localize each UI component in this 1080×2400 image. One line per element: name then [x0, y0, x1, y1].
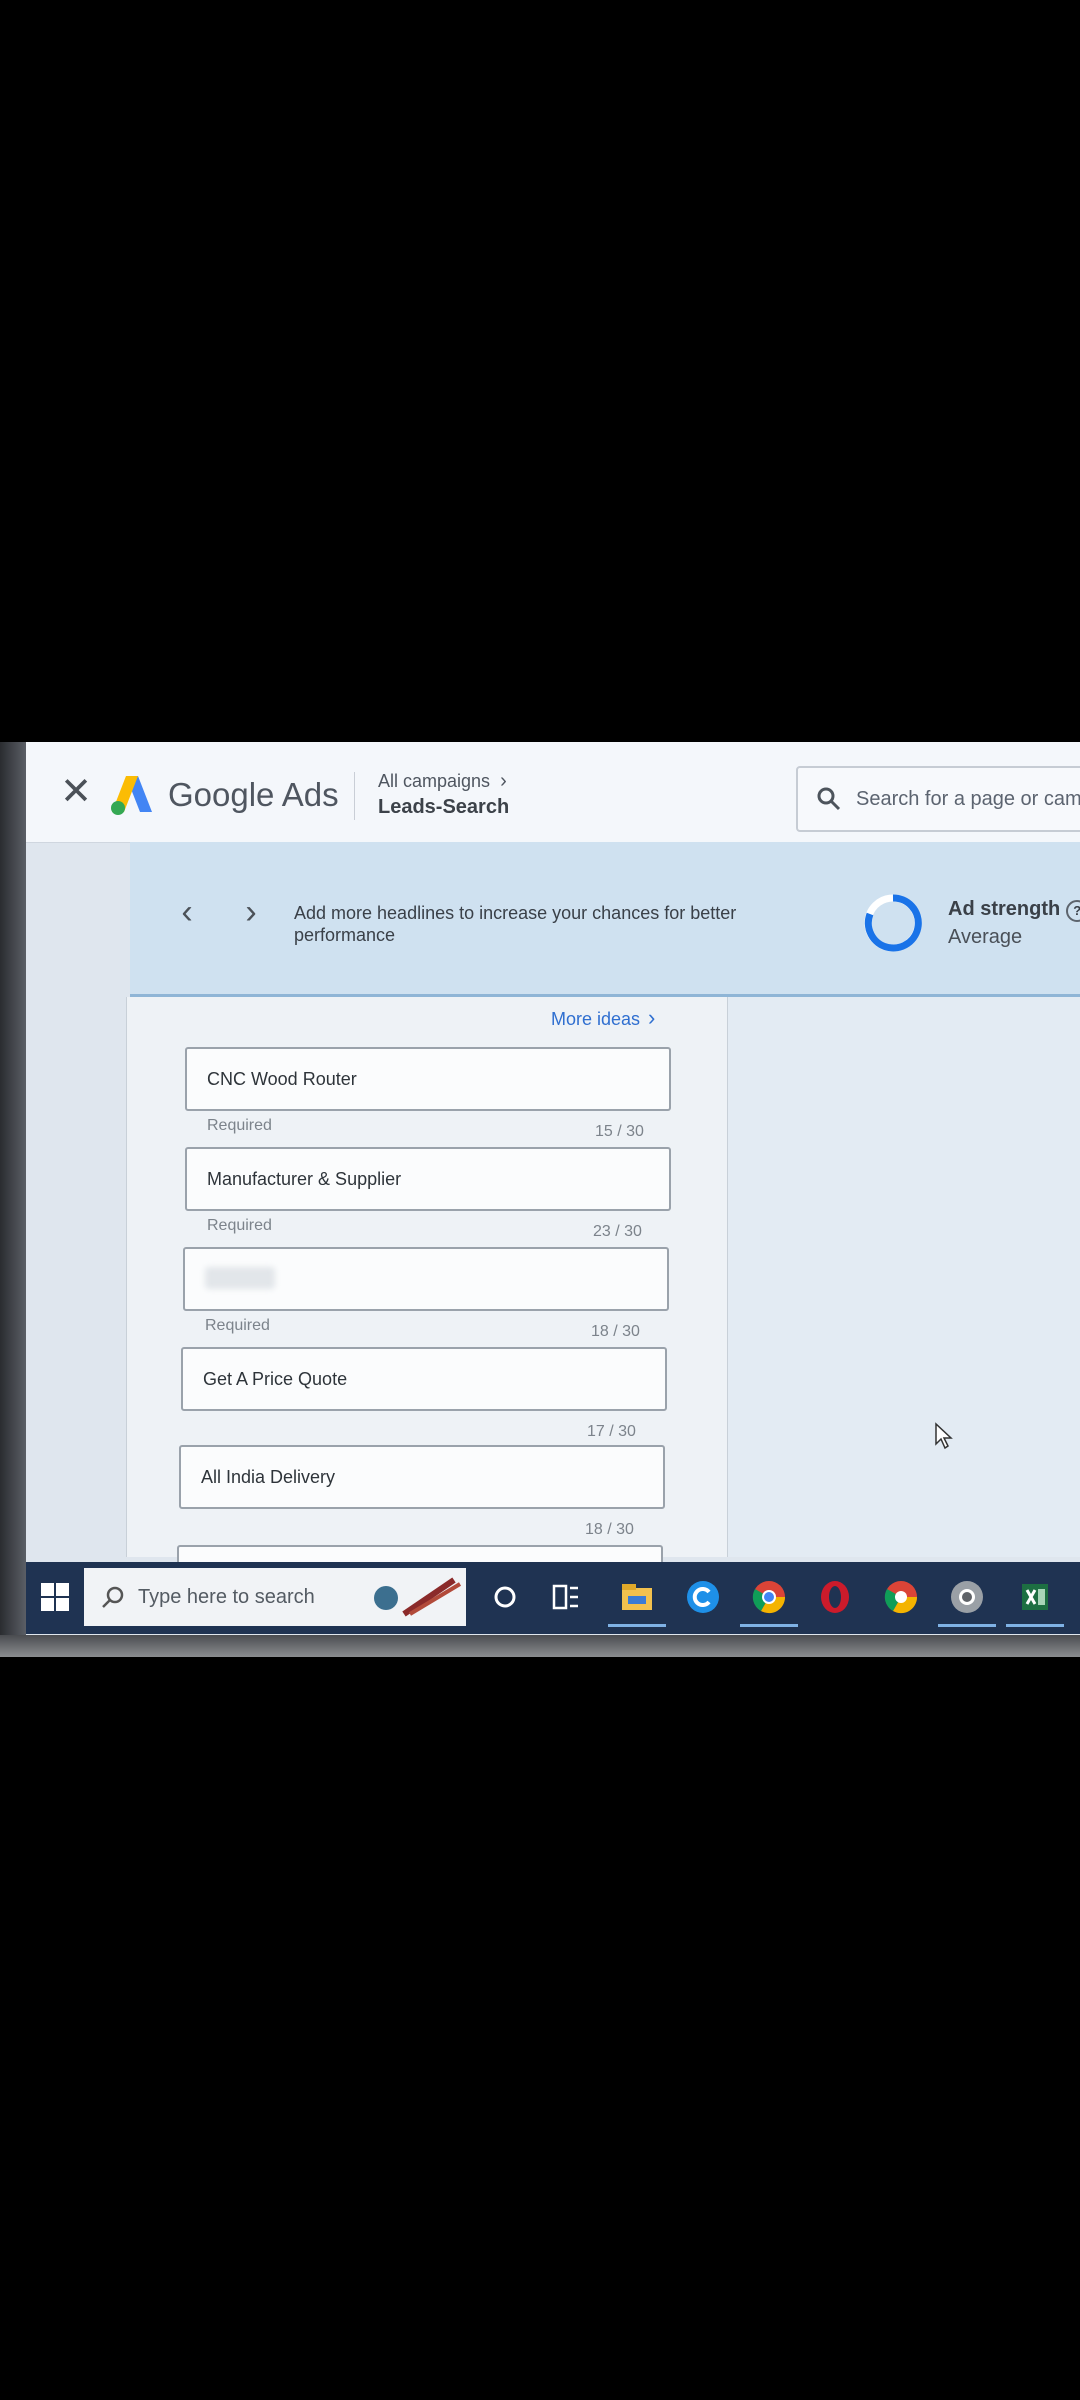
headline-value: Get A Price Quote [203, 1369, 348, 1389]
excel-icon[interactable] [1016, 1578, 1054, 1616]
opera-icon[interactable] [816, 1578, 854, 1616]
header-divider [354, 772, 355, 820]
char-count: 15 / 30 [595, 1123, 644, 1140]
headlines-panel: More ideas › CNC Wood Router Required 15 … [126, 997, 728, 1589]
active-app-indicator [608, 1624, 666, 1627]
monitor-screen: ✕ Google Ads All campaigns › Leads-Search… [0, 742, 1080, 1657]
edge-icon[interactable] [684, 1578, 722, 1616]
preview-panel [727, 997, 1080, 1557]
chevron-right-icon[interactable]: › [234, 892, 268, 932]
app-header: ✕ Google Ads All campaigns › Leads-Search… [26, 742, 1080, 843]
chevron-right-icon: › [648, 1005, 656, 1030]
chrome-profile-icon[interactable] [882, 1578, 920, 1616]
task-view-icon[interactable] [546, 1578, 584, 1616]
search-icon [102, 1586, 124, 1608]
chrome-icon[interactable] [750, 1578, 788, 1616]
ad-strength-banner: ‹ › Add more headlines to increase your … [130, 842, 1080, 997]
ad-strength-value: Average [948, 926, 1023, 948]
taskbar-search-box[interactable]: Type here to search [84, 1568, 466, 1626]
char-count: 23 / 30 [593, 1223, 642, 1240]
chevron-right-icon: › [500, 770, 507, 792]
breadcrumb-campaign[interactable]: Leads-Search [378, 796, 509, 819]
required-hint: Required [207, 1117, 272, 1134]
headline-value: Manufacturer & Supplier [207, 1169, 402, 1189]
ad-strength-title: Ad strength? [948, 898, 1080, 922]
active-app-indicator [938, 1624, 996, 1627]
monitor-bezel-bottom [0, 1635, 1080, 1657]
chrome-window-icon[interactable] [948, 1578, 986, 1616]
required-hint: Required [205, 1317, 270, 1334]
required-hint: Required [207, 1217, 272, 1234]
headline-field-1[interactable]: CNC Wood Router [185, 1047, 671, 1111]
file-explorer-icon[interactable] [618, 1578, 656, 1616]
char-count: 17 / 30 [587, 1423, 636, 1440]
headline-field-3[interactable] [183, 1247, 669, 1311]
banner-message: Add more headlines to increase your chan… [294, 903, 737, 945]
active-app-indicator [740, 1624, 798, 1627]
windows-taskbar: Type here to search [26, 1562, 1080, 1634]
char-count: 18 / 30 [591, 1323, 640, 1340]
mouse-cursor-icon [935, 1422, 953, 1450]
search-icon [817, 787, 841, 811]
more-ideas-link[interactable]: More ideas › [551, 1005, 655, 1031]
search-highlight-icon [374, 1577, 462, 1617]
char-count: 18 / 30 [585, 1521, 634, 1538]
headline-field-4[interactable]: Get A Price Quote [181, 1347, 667, 1411]
headline-value: CNC Wood Router [207, 1069, 357, 1089]
active-app-indicator [1006, 1624, 1064, 1627]
search-placeholder: Search for a page or camp [856, 788, 1080, 810]
headline-field-5[interactable]: All India Delivery [179, 1445, 665, 1509]
chevron-left-icon[interactable]: ‹ [170, 892, 204, 932]
headline-field-2[interactable]: Manufacturer & Supplier [185, 1147, 671, 1211]
monitor-bezel [0, 742, 26, 1657]
google-ads-logo-icon [111, 776, 152, 815]
brand-name: Google Ads [168, 776, 339, 813]
close-icon[interactable]: ✕ [56, 772, 96, 812]
search-input[interactable]: Search for a page or camp [796, 766, 1080, 832]
ad-strength-ring-icon [864, 894, 922, 952]
cortana-icon[interactable] [486, 1578, 524, 1616]
taskbar-search-placeholder: Type here to search [138, 1586, 315, 1608]
headline-value: All India Delivery [201, 1467, 336, 1487]
windows-start-icon[interactable] [40, 1582, 70, 1612]
breadcrumb-label: All campaigns [378, 771, 491, 791]
help-icon[interactable]: ? [1066, 900, 1080, 922]
more-ideas-label: More ideas [551, 1009, 641, 1029]
ad-strength-label: Ad strength [948, 898, 1061, 920]
redacted-text [205, 1267, 275, 1289]
breadcrumb-all-campaigns[interactable]: All campaigns › [378, 770, 507, 793]
